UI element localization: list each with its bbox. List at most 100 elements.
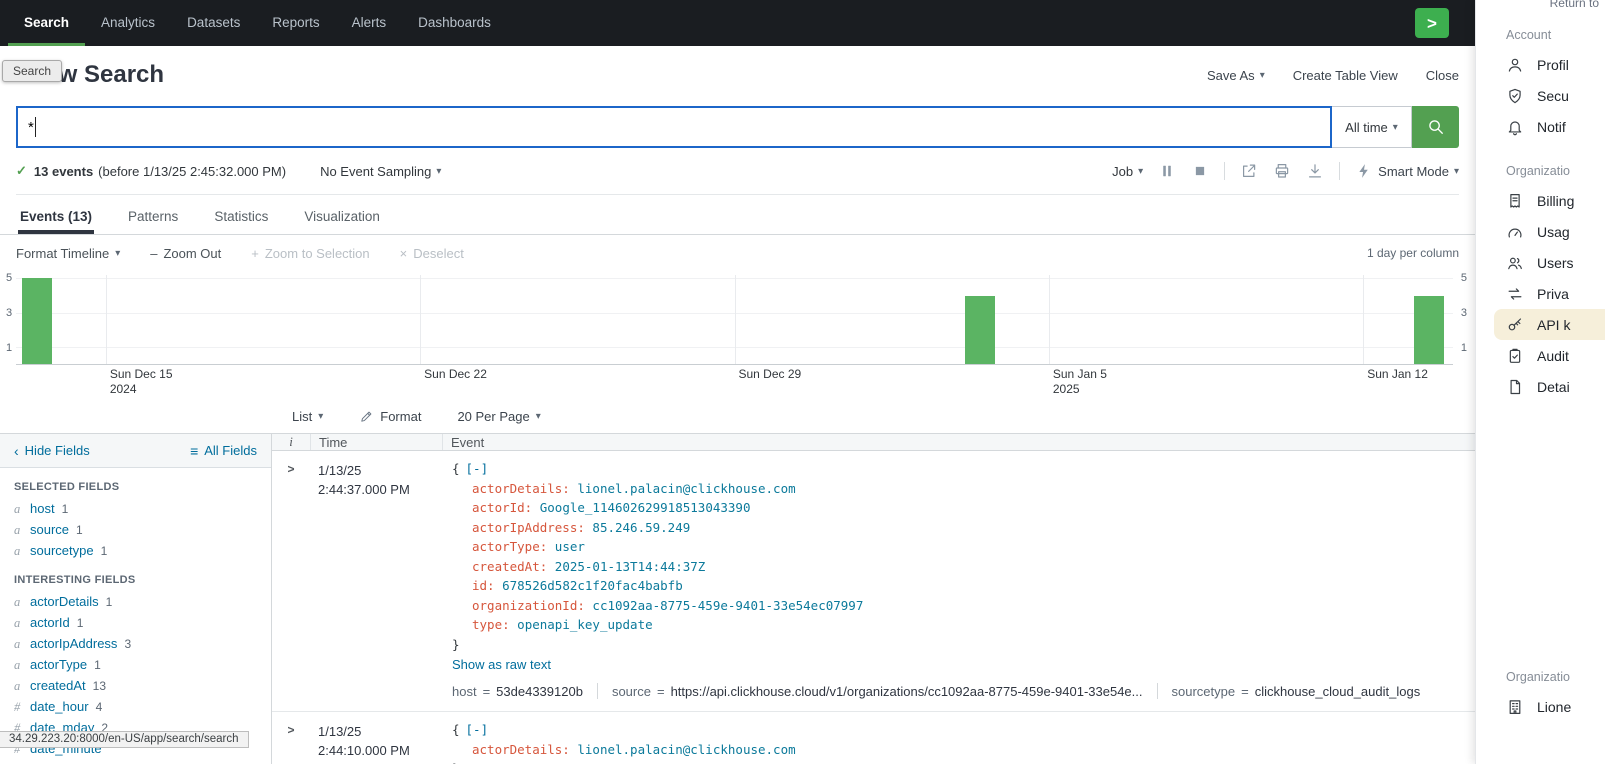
settings-item-secu[interactable]: Secu — [1476, 80, 1605, 111]
time-range-picker[interactable]: All time ▾ — [1332, 106, 1412, 148]
nav-item-alerts[interactable]: Alerts — [336, 0, 403, 46]
event-json: {[-]actorDetails: lionel.palacin@clickho… — [452, 720, 1465, 764]
settings-item-lione[interactable]: Lione — [1476, 691, 1605, 722]
search-icon — [1426, 117, 1446, 137]
meta-field-source[interactable]: source=https://api.clickhouse.cloud/v1/o… — [612, 684, 1143, 699]
nav-item-analytics[interactable]: Analytics — [85, 0, 171, 46]
settings-item-profil[interactable]: Profil — [1476, 49, 1605, 80]
nav-item-search[interactable]: Search — [8, 0, 85, 46]
hide-fields-button[interactable]: ‹ Hide Fields — [14, 443, 90, 459]
x-gridline — [106, 275, 107, 364]
event-sampling-dropdown[interactable]: No Event Sampling ▾ — [320, 164, 441, 179]
list-view-dropdown[interactable]: List ▾ — [292, 409, 323, 424]
x-icon: × — [400, 246, 408, 261]
field-item-actorIpAddress[interactable]: aactorIpAddress3 — [0, 633, 271, 654]
timeline-plot[interactable]: Sun Dec 152024Sun Dec 22Sun Dec 29Sun Ja… — [16, 275, 1453, 365]
create-table-view-button[interactable]: Create Table View — [1293, 68, 1398, 83]
event-cell: {[-]actorDetails: lionel.palacin@clickho… — [442, 451, 1475, 711]
expand-event-button[interactable]: > — [272, 451, 310, 711]
print-icon[interactable] — [1273, 162, 1291, 180]
job-status-bar: ✓ 13 events (before 1/13/25 2:45:32.000 … — [16, 160, 1459, 195]
settings-item-usag[interactable]: Usag — [1476, 216, 1605, 247]
field-item-actorDetails[interactable]: aactorDetails1 — [0, 591, 271, 612]
settings-item-api-k[interactable]: API k — [1494, 309, 1605, 340]
zoom-out-button[interactable]: – Zoom Out — [150, 246, 221, 261]
meta-value: https://api.clickhouse.cloud/v1/organiza… — [671, 684, 1143, 699]
event-time[interactable]: 1/13/252:44:10.000 PM — [310, 712, 442, 764]
tab-patterns[interactable]: Patterns — [126, 201, 180, 234]
settings-item-users[interactable]: Users — [1476, 247, 1605, 278]
json-field: actorId: Google_114602629918513043390 — [452, 498, 1465, 518]
nav-item-datasets[interactable]: Datasets — [171, 0, 256, 46]
events-table: i Time Event >1/13/252:44:37.000 PM{[-]a… — [272, 434, 1475, 764]
settings-item-label: Profil — [1537, 57, 1569, 73]
tab-events-13[interactable]: Events (13) — [18, 201, 94, 234]
search-input[interactable]: * — [16, 106, 1332, 148]
meta-field-sourcetype[interactable]: sourcetype=clickhouse_cloud_audit_logs — [1172, 684, 1421, 699]
caret-down-icon: ▾ — [1454, 166, 1459, 177]
json-value[interactable]: lionel.palacin@clickhouse.com — [577, 481, 795, 496]
settings-item-audit[interactable]: Audit — [1476, 340, 1605, 371]
format-timeline-dropdown[interactable]: Format Timeline ▾ — [16, 246, 120, 261]
x-axis-label: Sun Jan 12 — [1363, 367, 1428, 382]
settings-item-label: Billing — [1537, 193, 1574, 209]
swap-icon — [1506, 285, 1524, 303]
share-job-icon[interactable] — [1240, 162, 1258, 180]
caret-down-icon: ▾ — [1260, 70, 1265, 81]
search-button[interactable] — [1412, 106, 1459, 148]
json-value[interactable]: cc1092aa-8775-459e-9401-33e54ec07997 — [592, 598, 863, 613]
timeline-bar[interactable] — [1414, 296, 1444, 364]
field-item-sourcetype[interactable]: asourcetype1 — [0, 540, 271, 561]
zoom-to-selection-label: Zoom to Selection — [265, 246, 370, 261]
search-mode-dropdown[interactable]: Smart Mode ▾ — [1355, 162, 1459, 180]
json-value[interactable]: openapi_key_update — [517, 617, 652, 632]
json-value[interactable]: user — [555, 539, 585, 554]
settings-item-billing[interactable]: Billing — [1476, 185, 1605, 216]
field-item-source[interactable]: asource1 — [0, 519, 271, 540]
return-to-link[interactable]: Return to — [1550, 0, 1599, 10]
collapse-json-link[interactable]: [-] — [466, 461, 489, 476]
format-results-button[interactable]: Format — [359, 409, 421, 424]
settings-item-detai[interactable]: Detai — [1476, 371, 1605, 402]
settings-item-label: Users — [1537, 255, 1574, 271]
export-icon[interactable] — [1306, 162, 1324, 180]
field-item-createdAt[interactable]: acreatedAt13 — [0, 675, 271, 696]
field-item-actorType[interactable]: aactorType1 — [0, 654, 271, 675]
nav-item-dashboards[interactable]: Dashboards — [402, 0, 507, 46]
meta-field-host[interactable]: host=53de4339120b — [452, 684, 583, 699]
json-value[interactable]: 85.246.59.249 — [592, 520, 690, 535]
json-value[interactable]: lionel.palacin@clickhouse.com — [577, 742, 795, 757]
expand-event-button[interactable]: > — [272, 712, 310, 764]
settings-item-notif[interactable]: Notif — [1476, 111, 1605, 142]
app-logo-button[interactable]: > — [1415, 8, 1449, 38]
header-actions: Save As ▾ Create Table View Close — [1207, 68, 1459, 83]
field-type-icon: # — [14, 700, 23, 715]
pause-job-icon[interactable] — [1158, 162, 1176, 180]
list-icon: ≡ — [190, 443, 198, 459]
field-item-date_hour[interactable]: #date_hour4 — [0, 696, 271, 717]
tab-visualization[interactable]: Visualization — [302, 201, 382, 234]
timeline-bar[interactable] — [965, 296, 995, 364]
timeline-bar[interactable] — [22, 278, 52, 364]
nav-item-reports[interactable]: Reports — [256, 0, 335, 46]
json-value[interactable]: 2025-01-13T14:44:37Z — [555, 559, 706, 574]
event-time[interactable]: 1/13/252:44:37.000 PM — [310, 451, 442, 711]
close-button[interactable]: Close — [1426, 68, 1459, 83]
stop-job-icon[interactable] — [1191, 162, 1209, 180]
field-item-actorId[interactable]: aactorId1 — [0, 612, 271, 633]
json-open-brace: { — [452, 461, 460, 476]
tab-statistics[interactable]: Statistics — [212, 201, 270, 234]
collapse-json-link[interactable]: [-] — [466, 722, 489, 737]
show-as-raw-text-link[interactable]: Show as raw text — [452, 657, 1465, 672]
x-axis-label: Sun Dec 152024 — [106, 367, 173, 397]
field-item-host[interactable]: ahost1 — [0, 498, 271, 519]
json-value[interactable]: Google_114602629918513043390 — [540, 500, 751, 515]
all-fields-button[interactable]: ≡ All Fields — [190, 443, 257, 459]
job-menu-button[interactable]: Job ▾ — [1112, 164, 1143, 179]
json-value[interactable]: 678526d582c1f20fac4babfb — [502, 578, 683, 593]
zoom-to-selection-button[interactable]: + Zoom to Selection — [251, 246, 369, 261]
settings-item-priva[interactable]: Priva — [1476, 278, 1605, 309]
deselect-button[interactable]: × Deselect — [400, 246, 464, 261]
save-as-button[interactable]: Save As ▾ — [1207, 68, 1265, 83]
per-page-dropdown[interactable]: 20 Per Page ▾ — [457, 409, 540, 424]
